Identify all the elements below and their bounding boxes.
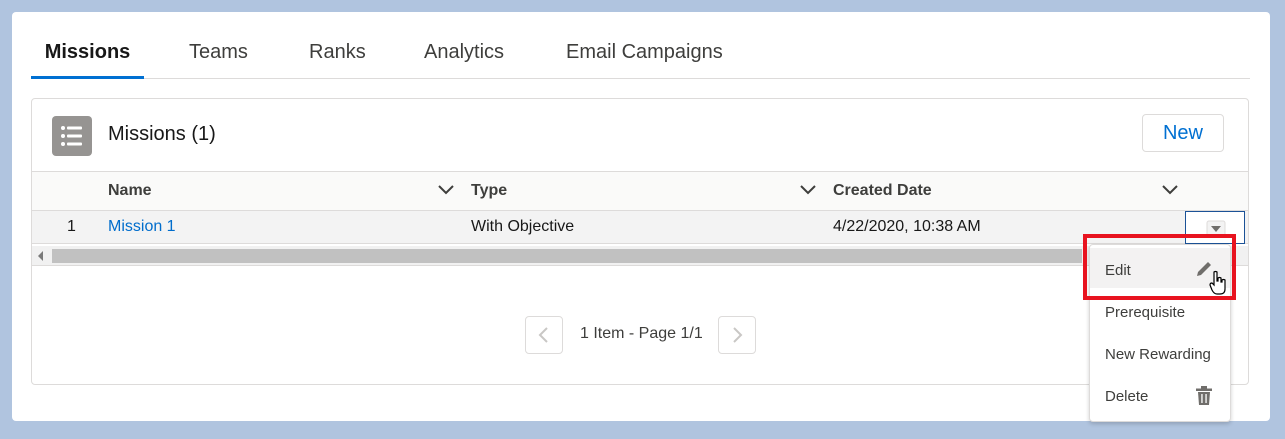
tab-analytics[interactable]: Analytics — [424, 40, 504, 77]
mission-created-date: 4/22/2020, 10:38 AM — [833, 218, 981, 235]
menu-item-label: Delete — [1105, 388, 1149, 405]
scrollbar-thumb[interactable] — [52, 249, 1082, 263]
panel-title: Missions (1) — [108, 123, 216, 145]
table-header: Name Type Created Date — [32, 171, 1248, 211]
menu-item-label: New Rewarding — [1105, 346, 1211, 363]
caret-down-icon — [1206, 220, 1226, 238]
page-card: Missions Teams Ranks Analytics Email Cam… — [12, 12, 1270, 421]
mission-name-link[interactable]: Mission 1 — [108, 218, 176, 236]
menu-item-edit[interactable]: Edit — [1090, 248, 1230, 295]
next-page-button[interactable] — [718, 316, 756, 354]
new-button[interactable]: New — [1142, 114, 1224, 152]
list-icon — [52, 116, 92, 156]
column-header-type[interactable]: Type — [471, 182, 507, 200]
chevron-down-icon[interactable] — [1161, 183, 1179, 197]
tab-bar: Missions Teams Ranks Analytics Email Cam… — [31, 40, 1250, 79]
menu-item-label: Prerequisite — [1105, 304, 1186, 321]
menu-item-delete[interactable]: Delete — [1090, 374, 1230, 414]
chevron-left-icon — [538, 327, 548, 343]
menu-item-new-rewarding[interactable]: New Rewarding — [1090, 332, 1230, 372]
tab-missions[interactable]: Missions — [31, 40, 144, 79]
row-actions-menu: Edit Prerequisite New Rewarding Delete — [1089, 244, 1231, 422]
row-number: 1 — [67, 218, 76, 235]
pagination-text: 1 Item - Page 1/1 — [580, 325, 703, 342]
horizontal-scrollbar[interactable] — [32, 246, 1248, 266]
menu-item-prerequisite[interactable]: Prerequisite — [1090, 290, 1230, 330]
table-row: 1 Mission 1 With Objective 4/22/2020, 10… — [32, 211, 1248, 244]
column-header-name[interactable]: Name — [108, 182, 152, 200]
row-actions-button[interactable] — [1185, 211, 1245, 244]
mission-type: With Objective — [471, 218, 575, 235]
tab-ranks[interactable]: Ranks — [309, 40, 366, 77]
scroll-left-arrow-icon[interactable] — [38, 251, 43, 261]
chevron-down-icon[interactable] — [437, 183, 455, 197]
tab-teams[interactable]: Teams — [189, 40, 248, 77]
missions-panel: Missions (1) New Name Type Created Date … — [31, 98, 1249, 385]
column-header-created-date[interactable]: Created Date — [833, 182, 932, 200]
tab-email-campaigns[interactable]: Email Campaigns — [566, 40, 723, 77]
previous-page-button[interactable] — [525, 316, 563, 354]
trash-icon — [1196, 386, 1212, 405]
chevron-down-icon[interactable] — [799, 183, 817, 197]
menu-item-label: Edit — [1105, 262, 1131, 279]
chevron-right-icon — [733, 327, 743, 343]
